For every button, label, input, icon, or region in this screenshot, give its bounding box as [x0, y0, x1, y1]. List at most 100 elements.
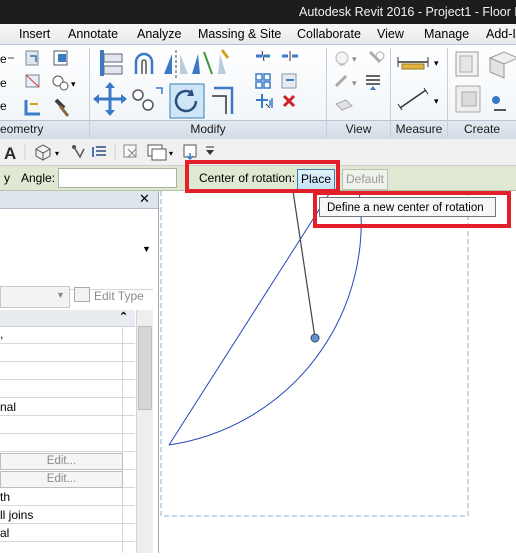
create-parts-icon[interactable] [488, 51, 516, 79]
3d-view-icon[interactable]: ▾ [34, 144, 59, 161]
split-icon[interactable] [256, 50, 270, 62]
rotation-handle-line[interactable] [292, 191, 316, 339]
edit-type-button[interactable]: Edit Type [74, 287, 144, 303]
tab-collaborate[interactable]: Collaborate [297, 27, 361, 41]
rotate-icon[interactable] [169, 83, 205, 119]
close-icon[interactable]: ✕ [139, 191, 150, 207]
tab-massing-site[interactable]: Massing & Site [198, 27, 281, 41]
edit-button[interactable]: Edit... [0, 471, 123, 488]
crop-region-boundary[interactable] [160, 191, 469, 517]
default-button[interactable]: Default [342, 169, 388, 190]
drawing-area [160, 191, 469, 517]
measure-icon[interactable]: ▾ [397, 57, 439, 70]
view-panel-icons: ▾ ▾ [334, 50, 385, 111]
move-icon[interactable] [93, 82, 127, 116]
panel-label-measure[interactable]: Measure [391, 120, 447, 139]
window-title: Autodesk Revit 2016 - Project1 - Floor P [299, 5, 516, 19]
collapse-icon[interactable]: ⌃ [119, 310, 128, 323]
paint-icon[interactable] [53, 50, 68, 66]
property-row[interactable] [0, 434, 135, 452]
tab-insert[interactable]: Insert [19, 27, 50, 41]
create-group-icon[interactable] [455, 85, 481, 113]
linework-icon[interactable]: ▾ [334, 74, 357, 88]
split-face-icon[interactable] [25, 74, 40, 88]
create-panel-icons [455, 51, 516, 113]
mirror-draw-icon[interactable] [192, 49, 230, 75]
property-row[interactable] [0, 344, 135, 362]
split-gap-icon[interactable] [282, 51, 298, 61]
demolish-icon[interactable]: ▾ [52, 75, 76, 91]
switch-windows-icon[interactable]: ▾ [147, 144, 173, 161]
tab-analyze[interactable]: Analyze [137, 27, 181, 41]
wall-joins-icon[interactable] [24, 100, 40, 116]
create-assembly-icon[interactable] [455, 51, 479, 77]
thin-lines-icon[interactable] [92, 146, 106, 157]
copy-to-clipboard-icon[interactable]: e [0, 76, 7, 90]
dropdown-icon[interactable] [206, 146, 214, 155]
array-icon[interactable] [255, 73, 271, 89]
property-row[interactable]: nal [0, 398, 135, 416]
panel-label-modify[interactable]: Modify [90, 120, 326, 139]
panel-label-view[interactable]: View [327, 120, 390, 139]
section-icon[interactable] [72, 145, 85, 159]
dimension-icon[interactable]: ▾ [397, 87, 439, 111]
property-row[interactable]: Edit... [0, 470, 135, 488]
property-row[interactable] [0, 542, 135, 559]
tab-manage[interactable]: Manage [424, 27, 469, 41]
property-row[interactable] [0, 380, 135, 398]
svg-text:▾: ▾ [434, 58, 439, 68]
join-icon[interactable] [25, 50, 39, 66]
angle-label: Angle: [21, 171, 56, 185]
property-row[interactable]: ll joins [0, 506, 135, 524]
property-name: th [0, 490, 11, 504]
chevron-down-icon[interactable]: ▼ [56, 290, 65, 300]
close-hidden-icon[interactable] [123, 144, 137, 158]
property-row[interactable] [0, 416, 135, 434]
scale-icon[interactable] [281, 73, 297, 89]
panel-label-create[interactable]: Create [448, 120, 516, 139]
tab-annotate[interactable]: Annotate [68, 27, 118, 41]
copy-icon[interactable] [132, 87, 163, 111]
angle-input[interactable] [58, 168, 177, 188]
pin-icon[interactable] [256, 94, 271, 109]
property-row[interactable] [0, 362, 135, 380]
delete-icon[interactable] [282, 94, 296, 108]
property-name: , [0, 327, 4, 341]
trim-icon[interactable] [212, 86, 234, 114]
property-row[interactable]: Edit... [0, 452, 135, 470]
graphics-icon[interactable] [335, 99, 353, 111]
type-selector[interactable] [0, 209, 153, 290]
highlight-box [185, 160, 340, 193]
svg-text:e: e [0, 52, 7, 66]
center-of-rotation-pivot[interactable] [310, 333, 320, 343]
rotation-arc[interactable] [168, 191, 362, 446]
property-row[interactable]: al [0, 524, 135, 542]
hammer-icon[interactable] [54, 98, 70, 117]
align-icon[interactable] [100, 50, 123, 76]
rotation-reference-line[interactable] [168, 191, 332, 446]
offset-icon[interactable] [134, 52, 154, 74]
hide-icon[interactable]: ▾ [335, 51, 357, 66]
create-similar-icon[interactable] [492, 96, 506, 111]
svg-text:▾: ▾ [352, 78, 357, 88]
edit-button[interactable]: Edit... [0, 453, 123, 470]
tab-add-ins[interactable]: Add-I [486, 27, 516, 41]
mirror-axis-icon[interactable] [164, 50, 188, 78]
property-name: al [0, 526, 10, 540]
chevron-down-icon[interactable]: ▼ [142, 244, 151, 254]
beam-join-icon[interactable]: e [0, 99, 7, 113]
panel-label-geometry: eometry [0, 120, 89, 139]
properties-title-bar [0, 191, 158, 209]
override-icon[interactable] [368, 50, 385, 64]
view-icon[interactable] [183, 144, 197, 161]
svg-text:▾: ▾ [55, 149, 59, 158]
property-row[interactable]: , [0, 326, 135, 344]
unpin-icon[interactable] [269, 98, 273, 108]
properties-group-header[interactable] [0, 310, 135, 327]
tab-view[interactable]: View [377, 27, 404, 41]
thin-lines-icon[interactable] [366, 75, 380, 90]
scrollbar-thumb[interactable] [138, 326, 152, 410]
property-row[interactable]: th [0, 488, 135, 506]
text-icon[interactable]: A [4, 144, 16, 163]
cut-icon[interactable]: e [0, 52, 14, 66]
